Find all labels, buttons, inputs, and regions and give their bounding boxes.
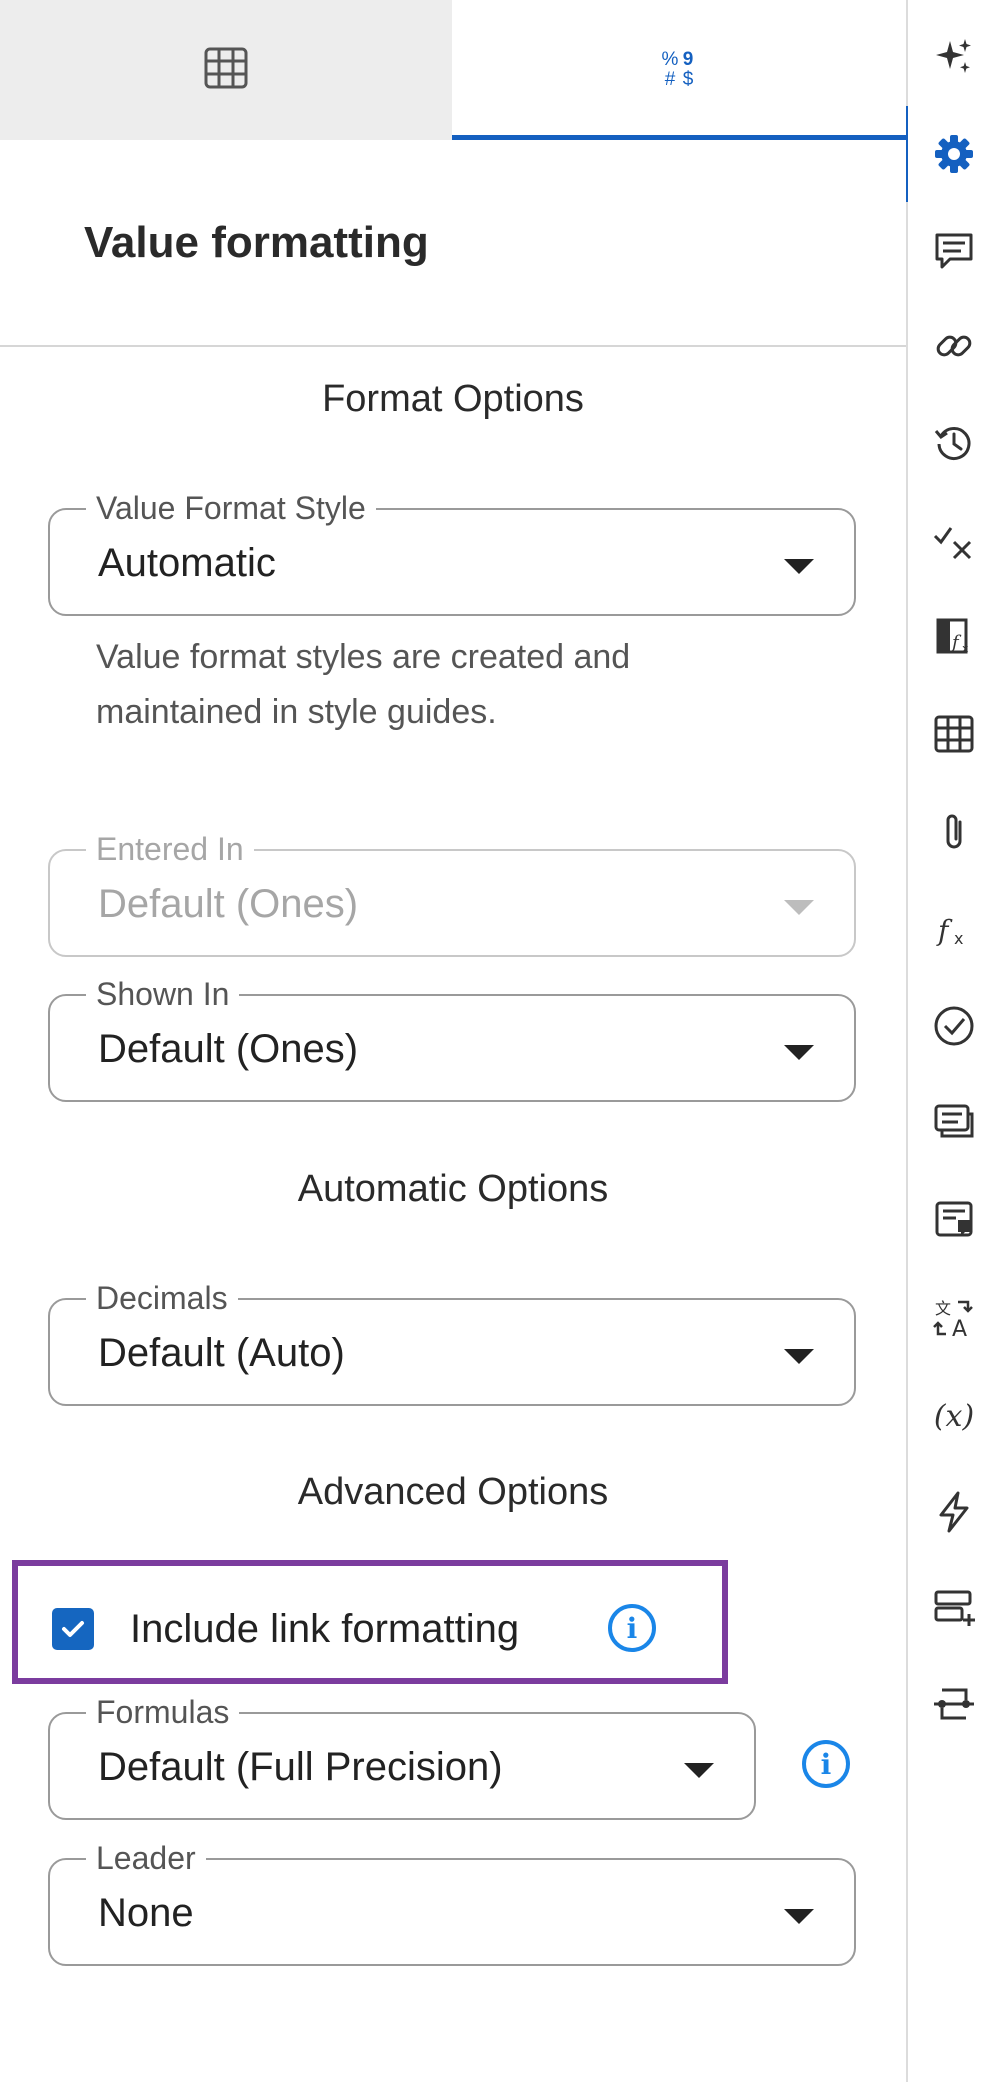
check-x-icon[interactable] [930, 518, 978, 566]
svg-text:f: f [936, 914, 953, 947]
format-glyph-percent: % [661, 49, 679, 70]
lightning-icon[interactable] [930, 1488, 978, 1536]
format-glyph-hash: # [664, 69, 676, 90]
entered-in-value: Default (Ones) [98, 882, 359, 926]
decimals-value: Default (Auto) [98, 1331, 345, 1375]
checkmark-icon [62, 1621, 84, 1637]
chevron-down-icon [684, 1763, 714, 1778]
advanced-options-heading: Advanced Options [297, 1471, 609, 1513]
value-format-style-select[interactable]: Value Format Style Automatic [48, 489, 856, 616]
tab-grid[interactable] [0, 0, 452, 140]
format-glyph-comma: 9 [682, 49, 694, 70]
formulas-label: Formulas [86, 1693, 240, 1731]
include-link-formatting-label[interactable]: Include link formatting [130, 1604, 519, 1654]
svg-text:f: f [950, 632, 962, 653]
grid-icon [203, 46, 249, 95]
fx-icon[interactable]: fx [930, 906, 978, 954]
svg-text:x: x [962, 642, 969, 655]
comment-icon[interactable] [930, 227, 978, 275]
shown-in-select[interactable]: Shown In Default (Ones) [48, 975, 856, 1102]
translate-icon[interactable]: 文A [930, 1294, 978, 1342]
leader-value: None [98, 1891, 194, 1935]
svg-text:A: A [952, 1317, 967, 1340]
svg-text:x: x [954, 929, 963, 948]
leader-label: Leader [86, 1839, 206, 1877]
entered-in-label: Entered In [86, 830, 254, 868]
variable-icon[interactable]: (x) [930, 1392, 978, 1440]
value-format-style-label: Value Format Style [86, 489, 376, 527]
title-divider [0, 345, 906, 347]
formulas-select[interactable]: Formulas Default (Full Precision) [48, 1693, 756, 1820]
automatic-options-heading: Automatic Options [297, 1168, 609, 1210]
value-format-style-value: Automatic [98, 541, 276, 585]
sparkle-icon[interactable] [930, 33, 978, 81]
format-glyph-dollar: $ [682, 69, 694, 90]
history-icon[interactable] [930, 420, 978, 468]
formulas-value: Default (Full Precision) [98, 1745, 503, 1789]
include-link-formatting-checkbox[interactable] [52, 1608, 94, 1650]
paperclip-icon[interactable] [930, 808, 978, 856]
right-tool-rail: fx fx 文A (x) [908, 0, 1000, 2082]
app-root: % 9 # $ Value formatting Format Options … [0, 0, 1000, 2082]
decimals-select[interactable]: Decimals Default (Auto) [48, 1279, 856, 1406]
sheet-formula-icon[interactable]: fx [930, 612, 978, 660]
value-formatting-panel: % 9 # $ Value formatting Format Options … [0, 0, 906, 2082]
variable-text: (x) [933, 1398, 975, 1434]
table-icon[interactable] [930, 710, 978, 758]
info-icon[interactable]: i [608, 1604, 656, 1652]
gear-icon[interactable] [930, 130, 978, 178]
chevron-down-icon [784, 1349, 814, 1364]
value-format-helper-text: Value format styles are created and main… [96, 638, 631, 731]
shown-in-label: Shown In [86, 975, 240, 1013]
panel-tabs: % 9 # $ [0, 0, 906, 140]
stacked-cards-icon[interactable] [930, 1098, 978, 1146]
link-icon[interactable] [930, 322, 978, 370]
entered-in-select: Entered In Default (Ones) [48, 830, 856, 957]
formulas-info-icon[interactable]: i [802, 1740, 850, 1788]
shown-in-value: Default (Ones) [98, 1027, 359, 1071]
chevron-down-icon [784, 559, 814, 574]
check-circle-icon[interactable] [930, 1002, 978, 1050]
format-options-heading: Format Options [322, 378, 584, 420]
chevron-down-icon [784, 1045, 814, 1060]
chevron-down-icon [784, 900, 814, 915]
rows-add-icon[interactable] [930, 1584, 978, 1632]
split-icon[interactable] [930, 1680, 978, 1728]
leader-select[interactable]: Leader None [48, 1839, 856, 1966]
decimals-label: Decimals [86, 1279, 238, 1317]
page-title: Value formatting [84, 218, 429, 267]
document-comment-icon[interactable] [930, 1196, 978, 1244]
tab-value-formatting[interactable]: % 9 # $ [452, 0, 906, 140]
svg-text:文: 文 [935, 1299, 951, 1318]
chevron-down-icon [784, 1909, 814, 1924]
format-symbols-icon: % 9 # $ [661, 50, 697, 90]
